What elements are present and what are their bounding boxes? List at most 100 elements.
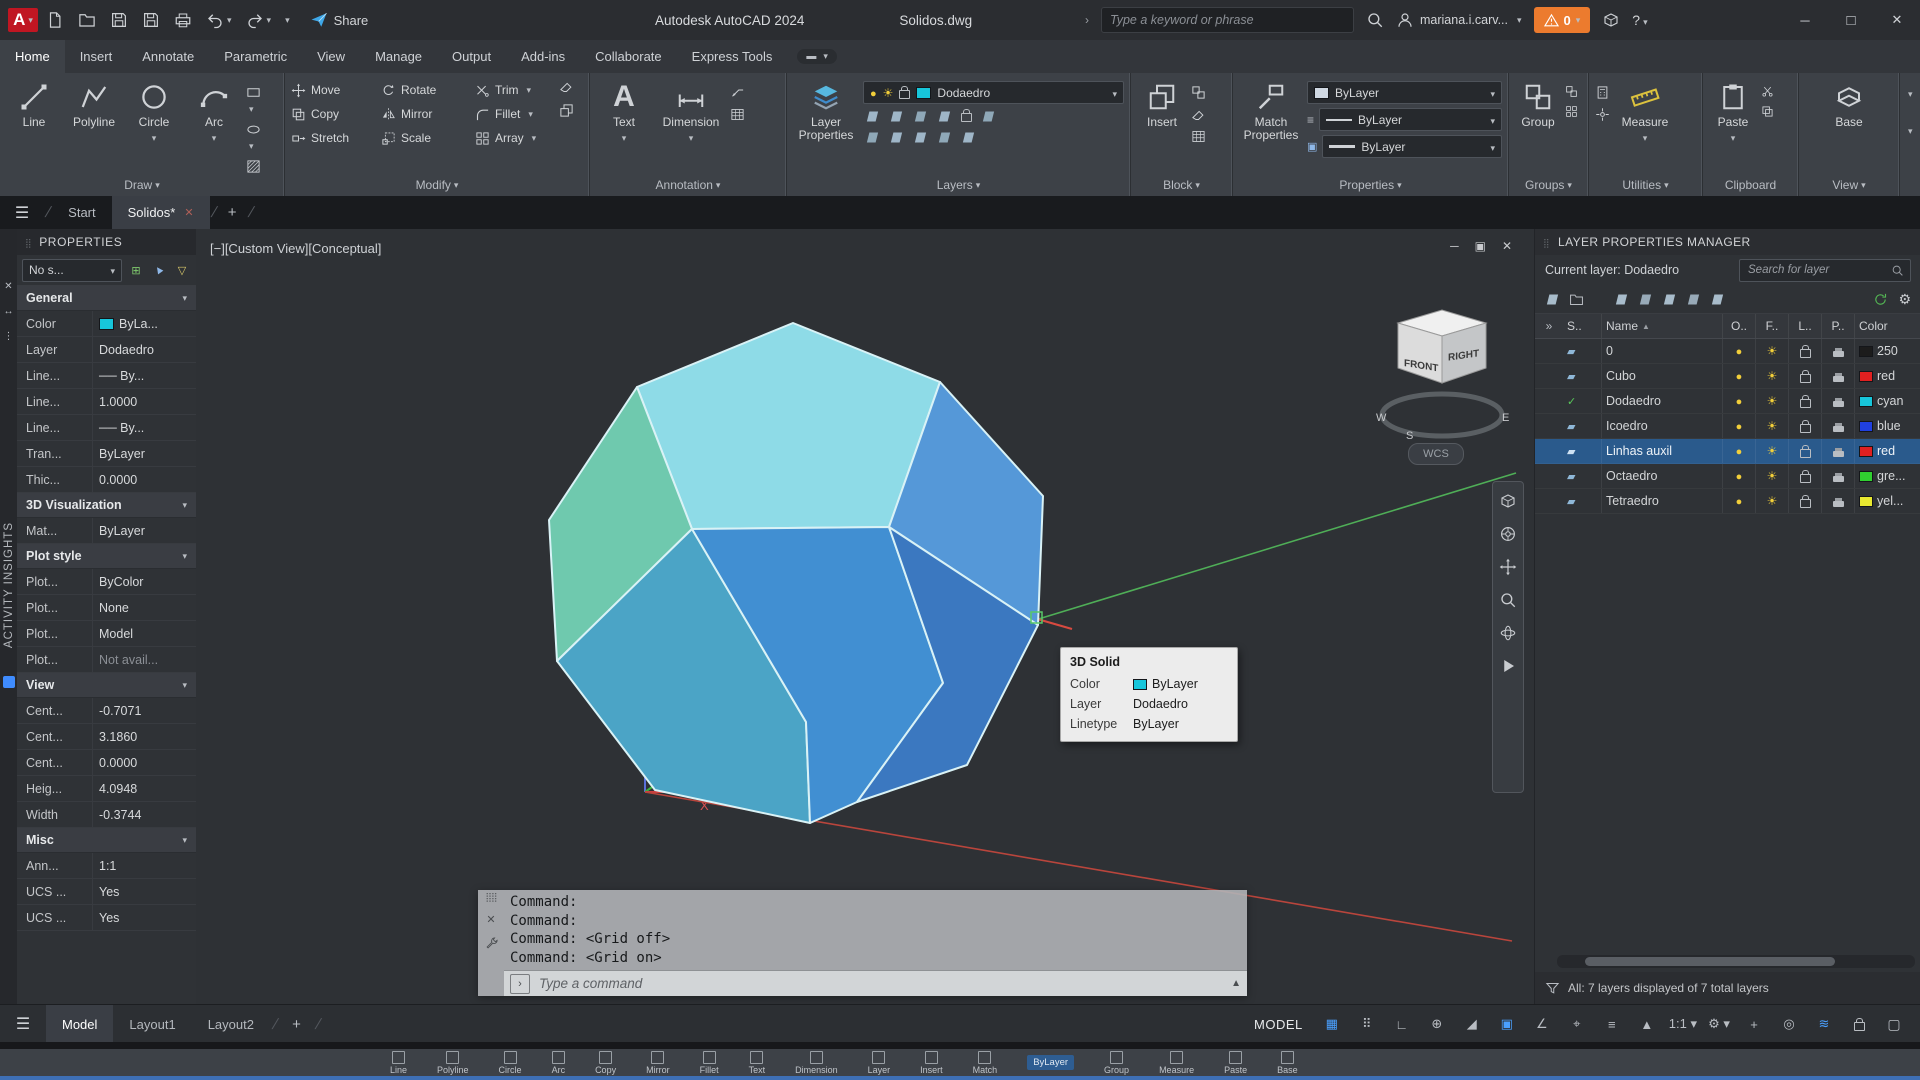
customize-plus-icon[interactable]: + <box>1738 1011 1770 1037</box>
search-icon[interactable] <box>1366 11 1384 29</box>
toggle-pickadd-icon[interactable]: ⊞ <box>127 261 145 279</box>
layer-status-icon[interactable]: ▰ <box>1567 345 1575 358</box>
panel-label-view[interactable]: View <box>1799 174 1899 196</box>
text-tool[interactable]: AText <box>596 77 652 176</box>
layer-tool-icon[interactable] <box>889 130 904 145</box>
layer-plot-icon[interactable] <box>1833 376 1844 382</box>
match-properties-tool[interactable]: Match Properties <box>1239 77 1303 176</box>
layer-plot-icon[interactable] <box>1833 426 1844 432</box>
layer-tool-icon[interactable] <box>913 109 928 125</box>
lineweight-list-icon[interactable]: ▣ <box>1307 140 1317 153</box>
tab-layout2[interactable]: Layout2 <box>192 1005 270 1043</box>
hatch-tool-icon[interactable] <box>246 159 261 174</box>
select-objects-icon[interactable]: ▲ <box>146 257 171 282</box>
steering-wheel-icon[interactable] <box>1499 525 1517 543</box>
tab-express[interactable]: Express Tools <box>677 40 788 73</box>
object-snap-icon[interactable]: ▣ <box>1491 1011 1523 1037</box>
layer-search-input[interactable] <box>1746 263 1886 277</box>
ortho-icon[interactable]: ∟ <box>1386 1011 1418 1037</box>
construction-line-green[interactable] <box>1032 473 1516 621</box>
tab-collaborate[interactable]: Collaborate <box>580 40 677 73</box>
layer-status-icon[interactable]: ▰ <box>1567 470 1575 483</box>
command-grip-icon[interactable]: ⣿⣿ <box>485 892 496 903</box>
undo-icon[interactable] <box>204 9 234 31</box>
collapse-panel-icon[interactable] <box>1535 314 1563 338</box>
table-tool-icon[interactable] <box>730 107 745 122</box>
linetype-list-icon[interactable]: ≡ <box>1307 113 1314 127</box>
measure-tool[interactable]: Measure <box>1614 77 1676 176</box>
line-tool[interactable]: Line <box>6 77 62 176</box>
layer-plot-icon[interactable] <box>1833 451 1844 457</box>
multileader-tool-icon[interactable] <box>730 85 745 100</box>
layer-dropdown[interactable]: Dodaedro <box>863 81 1124 104</box>
strip-item[interactable]: Measure <box>1159 1051 1194 1075</box>
group-tool[interactable]: Group <box>1515 77 1561 176</box>
layer-lock-icon[interactable] <box>1800 399 1811 408</box>
panel-label-properties[interactable]: Properties <box>1233 174 1508 196</box>
layer-lock-icon[interactable] <box>1800 349 1811 358</box>
plot-icon[interactable] <box>172 9 194 31</box>
strip-item[interactable]: Mirror <box>646 1051 670 1075</box>
viewcube-south-label[interactable]: S <box>1406 430 1413 442</box>
tab-view[interactable]: View <box>302 40 360 73</box>
viewcube-east-label[interactable]: E <box>1502 412 1509 424</box>
recent-commands-icon[interactable]: ▲ <box>1231 978 1241 989</box>
layer-lock-tool-icon[interactable] <box>961 109 972 125</box>
user-account-button[interactable]: mariana.i.carv... <box>1396 11 1522 29</box>
layer-status-icon[interactable]: ▰ <box>1567 370 1575 383</box>
Icoedro[interactable]: ▰ Icoedro blue Continu... <box>1535 414 1920 439</box>
property-row[interactable]: Plot... ByColor <box>17 569 196 595</box>
section-plot-style[interactable]: Plot style▾ <box>17 544 196 569</box>
lock-layer-icon[interactable] <box>1662 292 1677 307</box>
command-input[interactable] <box>537 975 1224 992</box>
property-row[interactable]: Line... ── By... <box>17 415 196 441</box>
layer-status-icon[interactable]: ✓ <box>1567 395 1576 408</box>
activity-insights-icon[interactable] <box>3 676 15 688</box>
layer-on-icon[interactable] <box>1736 444 1743 458</box>
define-attributes-icon[interactable] <box>1191 107 1206 122</box>
panel-label-layers[interactable]: Layers <box>787 174 1130 196</box>
base-tool[interactable]: Base <box>1824 77 1874 176</box>
property-row[interactable]: Line... 1.0000 <box>17 389 196 415</box>
polyline-tool[interactable]: Polyline <box>66 77 122 176</box>
layer-tool-icon[interactable] <box>865 130 880 145</box>
new-layout-button[interactable]: + <box>280 1016 313 1033</box>
strip-item[interactable]: Circle <box>499 1051 522 1075</box>
redo-icon[interactable] <box>244 9 274 31</box>
notification-badge[interactable]: 0 <box>1534 7 1591 33</box>
tab-insert[interactable]: Insert <box>65 40 128 73</box>
property-row[interactable]: Width -0.3744 <box>17 802 196 828</box>
layer-color-swatch[interactable] <box>1859 396 1873 407</box>
layer-plot-icon[interactable] <box>1833 476 1844 482</box>
showmotion-icon[interactable] <box>1499 657 1517 675</box>
strip-item[interactable]: Layer <box>868 1051 891 1075</box>
model-paper-toggle[interactable]: MODEL <box>1254 1017 1303 1032</box>
strip-item[interactable]: Copy <box>595 1051 616 1075</box>
layer-plot-icon[interactable] <box>1833 401 1844 407</box>
viewport-minimize-button[interactable]: ─ <box>1450 239 1459 253</box>
layer-color-swatch[interactable] <box>1859 371 1873 382</box>
section-misc[interactable]: Misc▾ <box>17 828 196 853</box>
rotate-tool[interactable]: Rotate <box>381 79 473 101</box>
column-status[interactable]: S.. <box>1563 314 1602 338</box>
properties-palette-header[interactable]: PROPERTIES <box>17 229 196 255</box>
title-chevron-icon[interactable]: › <box>1085 13 1089 27</box>
set-current-layer-icon[interactable] <box>1710 292 1725 307</box>
annotation-scale-icon[interactable]: ▲ <box>1631 1011 1663 1037</box>
id-point-icon[interactable] <box>1595 107 1610 122</box>
block-editor-icon[interactable] <box>1191 129 1206 144</box>
layer-properties-tool[interactable]: Layer Properties <box>793 77 859 176</box>
layer-status-icon[interactable]: ▰ <box>1567 445 1575 458</box>
app-store-icon[interactable] <box>1602 11 1620 29</box>
property-row[interactable]: Thic... 0.0000 <box>17 467 196 493</box>
orbit-icon[interactable] <box>1499 624 1517 642</box>
layer-freeze-icon[interactable] <box>1767 369 1778 383</box>
panel-label-block[interactable]: Block <box>1131 174 1232 196</box>
viewport-restore-button[interactable]: ▣ <box>1475 239 1486 253</box>
file-tabs-menu-icon[interactable] <box>0 196 44 229</box>
strip-item[interactable]: Match <box>973 1051 998 1075</box>
layer-freeze-icon[interactable] <box>1767 469 1778 483</box>
layer-on-icon[interactable] <box>1736 494 1743 508</box>
polar-tracking-icon[interactable]: ⊕ <box>1421 1011 1453 1037</box>
layer-tool-icon[interactable] <box>865 109 880 125</box>
